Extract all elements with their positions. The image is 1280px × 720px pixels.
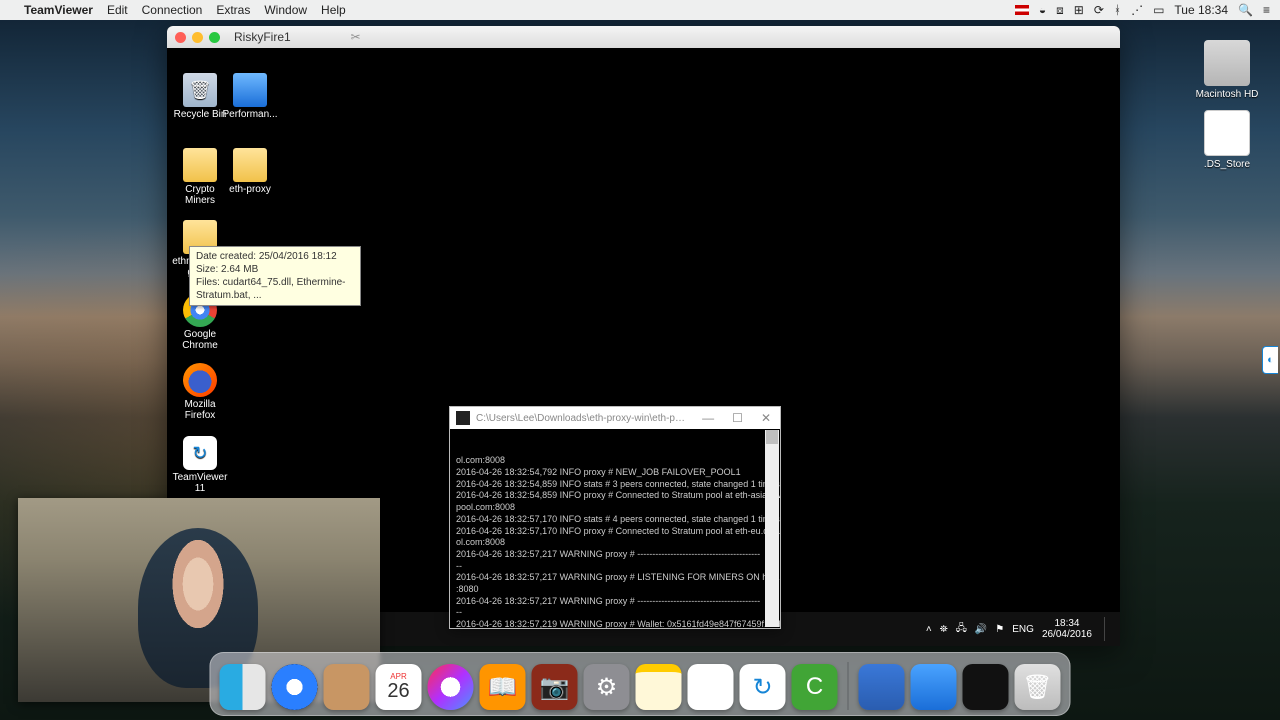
tray-people-icon[interactable]: ⛯ (940, 624, 948, 635)
icon-label: Google Chrome (172, 329, 228, 351)
toggle-icon[interactable]: ⊞ (1074, 3, 1084, 17)
dock-itunes[interactable] (428, 664, 474, 710)
dock-document[interactable] (859, 664, 905, 710)
dock-app[interactable] (963, 664, 1009, 710)
desktop-icon-perf[interactable]: Performan... (222, 73, 278, 120)
cmd-window[interactable]: C:\Users\Lee\Downloads\eth-proxy-win\eth… (449, 406, 781, 629)
shield-icon[interactable]: ◒ (1039, 3, 1046, 17)
dock-finder[interactable] (220, 664, 266, 710)
cmd-icon (456, 411, 470, 425)
tooltip-line: Files: cudart64_75.dll, Ethermine-Stratu… (196, 276, 354, 302)
dock-calendar[interactable]: APR 26 (376, 664, 422, 710)
menu-edit[interactable]: Edit (107, 3, 128, 17)
tooltip-line: Date created: 25/04/2016 18:12 (196, 250, 354, 263)
cmd-titlebar[interactable]: C:\Users\Lee\Downloads\eth-proxy-win\eth… (450, 407, 780, 429)
close-icon[interactable] (175, 32, 186, 43)
icon-label: Recycle Bin (172, 109, 228, 120)
dock-contacts[interactable] (324, 664, 370, 710)
tray-lang[interactable]: ENG (1012, 624, 1034, 635)
desktop-macintosh-hd[interactable]: Macintosh HD (1192, 40, 1262, 100)
scrollbar[interactable] (765, 430, 779, 627)
dock-app[interactable] (911, 664, 957, 710)
flag-icon[interactable] (1015, 5, 1029, 15)
desktop-icon-recycle[interactable]: 🗑 Recycle Bin (172, 73, 228, 120)
ethproxy-icon (233, 148, 267, 182)
menubar-app-name[interactable]: TeamViewer (24, 3, 93, 17)
menu-extras[interactable]: Extras (216, 3, 250, 17)
system-tray: ˄ ⛯ 🖧 🔊 ⚑ ENG 18:34 26/04/2016 (926, 617, 1114, 641)
crypto-icon (183, 148, 217, 182)
icon-label: Crypto Miners (172, 184, 228, 206)
dock-camtasia[interactable]: C (792, 664, 838, 710)
scrollbar-thumb[interactable] (766, 430, 778, 444)
dock-teamviewer[interactable]: ↻ (740, 664, 786, 710)
mac-menubar: TeamViewer Edit Connection Extras Window… (0, 0, 1280, 20)
tv-title: RiskyFire1 (234, 30, 291, 44)
wifi-icon[interactable]: ⋰ (1131, 3, 1143, 17)
taskbar-clock[interactable]: 18:34 26/04/2016 (1042, 618, 1096, 641)
tv11-icon: ↻ (183, 436, 217, 470)
menu-connection[interactable]: Connection (142, 3, 203, 17)
mac-dock: APR 26 📖 📷 ⚙ ✿ ↻ C 🗑 (210, 652, 1071, 716)
scissors-icon[interactable]: ✂ (351, 30, 361, 44)
battery-icon[interactable]: ▭ (1153, 3, 1164, 17)
tray-chevron-icon[interactable]: ˄ (926, 624, 932, 635)
minimize-icon[interactable] (192, 32, 203, 43)
maximize-button[interactable]: ☐ (729, 411, 746, 425)
menubar-status: ◒ ⧈ ⊞ ⟳ ᚼ ⋰ ▭ Tue 18:34 🔍 ≡ (1015, 3, 1270, 18)
menu-window[interactable]: Window (264, 3, 307, 17)
dock-trash[interactable]: 🗑 (1015, 664, 1061, 710)
close-button[interactable]: ✕ (758, 411, 774, 425)
notifications-button[interactable] (1104, 617, 1114, 641)
tooltip-line: Size: 2.64 MB (196, 263, 354, 276)
tray-volume-icon[interactable]: 🔊 (975, 624, 987, 635)
desktop-icon-label: .DS_Store (1192, 159, 1262, 170)
dock-photobooth[interactable]: 📷 (532, 664, 578, 710)
cmd-title-text: C:\Users\Lee\Downloads\eth-proxy-win\eth… (476, 413, 686, 424)
desktop-icon-ethproxy[interactable]: eth-proxy (222, 148, 278, 195)
cmd-body[interactable]: ol.com:8008 2016-04-26 18:32:54,792 INFO… (450, 429, 780, 628)
desktop-icon-label: Macintosh HD (1192, 89, 1262, 100)
spotlight-icon[interactable]: 🔍 (1238, 3, 1253, 17)
tooltip: Date created: 25/04/2016 18:12 Size: 2.6… (189, 246, 361, 306)
menu-help[interactable]: Help (321, 3, 346, 17)
desktop-icon-firefox[interactable]: Mozilla Firefox (172, 363, 228, 421)
firefox-icon (183, 363, 217, 397)
dock-notes[interactable] (636, 664, 682, 710)
menu-icon[interactable]: ≡ (1263, 3, 1270, 17)
perf-icon (233, 73, 267, 107)
sync-icon[interactable]: ⟳ (1094, 3, 1104, 17)
tv-side-panel-toggle[interactable]: ◐ (1262, 346, 1278, 374)
dock-safari[interactable] (272, 664, 318, 710)
dock-ibooks[interactable]: 📖 (480, 664, 526, 710)
icon-label: Performan... (222, 109, 278, 120)
icon-label: Mozilla Firefox (172, 399, 228, 421)
recycle-icon: 🗑 (183, 73, 217, 107)
minimize-button[interactable]: — (699, 411, 717, 425)
maximize-icon[interactable] (209, 32, 220, 43)
tray-flag-icon[interactable]: ⚑ (995, 624, 1004, 635)
icon-label: TeamViewer 11 (172, 472, 228, 494)
dock-separator (848, 662, 849, 710)
icon-label: eth-proxy (222, 184, 278, 195)
clock-text[interactable]: Tue 18:34 (1174, 3, 1228, 17)
desktop-icon-tv11[interactable]: ↻TeamViewer 11 (172, 436, 228, 494)
tray-network-icon[interactable]: 🖧 (956, 621, 967, 638)
desktop-icon-crypto[interactable]: Crypto Miners (172, 148, 228, 206)
dropbox-icon[interactable]: ⧈ (1056, 3, 1064, 18)
desktop-dsstore[interactable]: .DS_Store (1192, 110, 1262, 170)
dock-system-preferences[interactable]: ⚙ (584, 664, 630, 710)
tv-titlebar[interactable]: RiskyFire1 ✂ (167, 26, 1120, 48)
bluetooth-icon[interactable]: ᚼ (1114, 3, 1121, 17)
dock-photos[interactable]: ✿ (688, 664, 734, 710)
